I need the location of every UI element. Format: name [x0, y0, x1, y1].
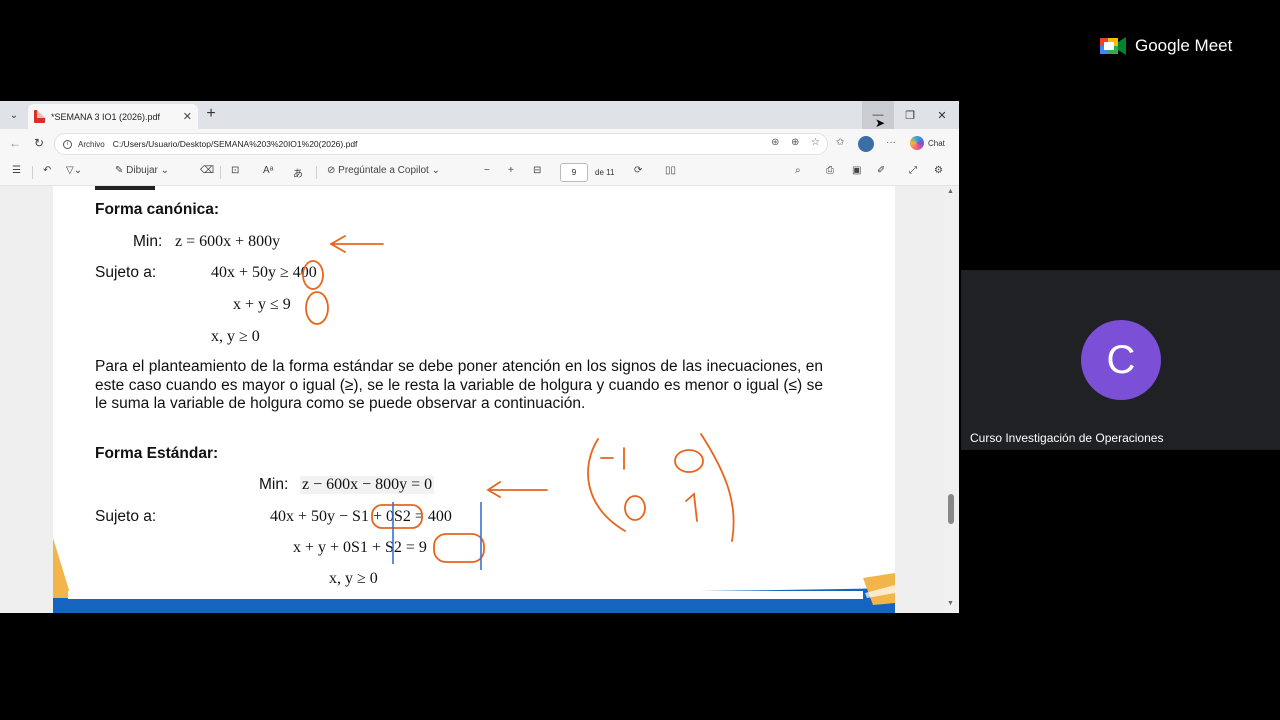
- tab-actions-button[interactable]: ⌄: [4, 106, 24, 124]
- fit-page-icon[interactable]: ⊟: [533, 165, 541, 176]
- matrix-entry-neg1: [600, 447, 625, 470]
- read-aloud-icon[interactable]: Aᵃ: [263, 165, 273, 176]
- circle-s1: [371, 504, 423, 529]
- circle-geq: [302, 260, 324, 290]
- favorites-icon[interactable]: ✩: [836, 137, 844, 148]
- info-icon: i: [63, 139, 72, 149]
- chat-button[interactable]: Chat: [910, 136, 945, 150]
- scroll-up-icon[interactable]: ▲: [947, 188, 954, 195]
- page-view-icon[interactable]: ▯▯: [665, 165, 676, 176]
- refresh-icon[interactable]: ↻: [34, 136, 44, 150]
- draw-button[interactable]: ✎ Dibujar ⌄: [115, 165, 169, 176]
- address-bar: ← ↻ i Archivo C:/Users/Usuario/Desktop/S…: [0, 129, 959, 159]
- pdf-viewer: Forma canónica: Min: z = 600x + 800y Suj…: [0, 186, 959, 613]
- scroll-down-icon[interactable]: ▼: [947, 600, 954, 607]
- highlight-icon[interactable]: ▽⌄: [66, 165, 82, 176]
- close-window-button[interactable]: ✕: [926, 101, 958, 129]
- settings-gear-icon[interactable]: ⚙: [934, 165, 943, 176]
- save-icon[interactable]: ▣: [852, 165, 861, 176]
- pdf-page: Forma canónica: Min: z = 600x + 800y Suj…: [53, 186, 895, 613]
- pdf-toolbar: ☰ ↶ ▽⌄ ✎ Dibujar ⌄ ⌫ ⊡ Aᵃ あ ⊘ Pregúntale…: [0, 159, 959, 186]
- pdf-icon: [34, 110, 45, 123]
- matrix-entry-1: [685, 492, 698, 522]
- arrow-annotation-2: [486, 481, 548, 498]
- google-meet-logo: Google Meet: [1100, 35, 1232, 57]
- matrix-entry-0b: [674, 449, 704, 473]
- rotate-icon[interactable]: ⟳: [634, 165, 642, 176]
- screen: ⌄ *SEMANA 3 IO1 (2026).pdf ✕ + — ❐ ✕ ← ↻…: [0, 0, 1280, 720]
- new-tab-button[interactable]: +: [202, 106, 220, 124]
- page-count: de 11: [595, 168, 615, 177]
- scroll-thumb[interactable]: [948, 494, 954, 524]
- draw-label: Dibujar: [126, 165, 158, 176]
- more-menu-icon[interactable]: ···: [886, 137, 896, 148]
- copilot-label: Pregúntale a Copilot: [338, 165, 429, 176]
- tab-pdf[interactable]: *SEMANA 3 IO1 (2026).pdf ✕: [28, 104, 198, 129]
- chat-label: Chat: [928, 138, 945, 148]
- zoom-in-button[interactable]: +: [508, 165, 514, 176]
- profile-avatar[interactable]: [858, 136, 874, 152]
- meet-camera-icon: [1100, 37, 1126, 55]
- back-icon[interactable]: ←: [9, 136, 21, 150]
- mouse-cursor-icon: ➤: [875, 116, 886, 130]
- url-scheme: Archivo: [78, 139, 105, 149]
- circle-leq: [305, 291, 329, 325]
- tab-close-icon[interactable]: ✕: [183, 110, 192, 123]
- participant-name: Curso Investigación de Operaciones: [970, 431, 1164, 445]
- matrix-right-paren: [700, 433, 735, 542]
- matrix-left-paren: [587, 438, 626, 532]
- avatar: C: [1081, 320, 1161, 400]
- favorite-star-icon[interactable]: ☆: [811, 137, 820, 148]
- ask-copilot-button[interactable]: ⊘ Pregúntale a Copilot ⌄: [327, 165, 440, 176]
- tab-bar: ⌄ *SEMANA 3 IO1 (2026).pdf ✕ + — ❐ ✕: [0, 101, 959, 129]
- tab-title: *SEMANA 3 IO1 (2026).pdf: [51, 111, 161, 122]
- participant-tile[interactable]: C Curso Investigación de Operaciones: [961, 270, 1280, 450]
- copilot-icon: [910, 136, 924, 150]
- page-number-input[interactable]: 9: [560, 163, 588, 182]
- shared-screen: ⌄ *SEMANA 3 IO1 (2026).pdf ✕ + — ❐ ✕ ← ↻…: [0, 101, 959, 613]
- eraser-icon[interactable]: ⌫: [200, 165, 214, 176]
- expand-icon[interactable]: ⤢: [909, 165, 917, 176]
- zoom-out-button[interactable]: −: [484, 165, 490, 176]
- zoom-icon[interactable]: ⊕: [791, 137, 799, 148]
- translate-text-icon[interactable]: あ: [293, 165, 303, 180]
- contents-icon[interactable]: ☰: [12, 165, 21, 176]
- arrow-annotation-1: [329, 235, 384, 253]
- page-decoration: [53, 538, 895, 613]
- print-icon[interactable]: ⎙: [826, 165, 834, 176]
- url-field[interactable]: i Archivo C:/Users/Usuario/Desktop/SEMAN…: [54, 133, 828, 155]
- meet-title: Google Meet: [1135, 36, 1233, 55]
- search-icon[interactable]: ⌕: [795, 165, 801, 176]
- undo-icon[interactable]: ↶: [43, 165, 51, 176]
- restore-button[interactable]: ❐: [894, 101, 926, 129]
- save-as-icon[interactable]: ✐: [877, 165, 885, 176]
- translate-icon[interactable]: ⊛: [771, 137, 779, 148]
- matrix-entry-0: [624, 495, 646, 521]
- vertical-scrollbar[interactable]: ▲ ▼: [944, 186, 959, 613]
- text-box-icon[interactable]: ⊡: [231, 165, 239, 176]
- url-text: C:/Users/Usuario/Desktop/SEMANA%203%20IO…: [112, 139, 358, 149]
